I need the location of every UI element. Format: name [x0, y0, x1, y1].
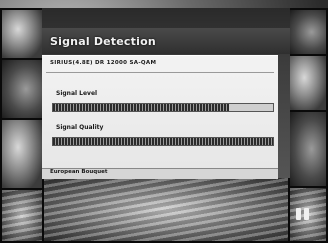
- video-tile: [0, 118, 44, 190]
- signal-level-meter: [52, 103, 274, 112]
- signal-quality-meter: [52, 137, 274, 146]
- signal-level-fill: [53, 104, 229, 111]
- signal-quality-fill: [53, 138, 273, 145]
- pause-icon: [296, 208, 310, 220]
- video-tile: [0, 8, 44, 60]
- signal-quality-label: Signal Quality: [56, 124, 104, 131]
- satellite-info: SIRIUS(4.8E) DR 12000 SA-QAM: [50, 60, 157, 66]
- video-tile: [288, 8, 328, 56]
- video-tile: [0, 188, 44, 243]
- video-tile: [288, 54, 328, 112]
- video-tile: [0, 58, 44, 120]
- signal-level-label: Signal Level: [56, 90, 98, 97]
- video-tile: [42, 176, 290, 243]
- screen-title: Signal Detection: [50, 35, 156, 48]
- bouquet-name: European Bouquet: [50, 169, 108, 175]
- video-tile: [288, 110, 328, 188]
- divider: [46, 72, 274, 73]
